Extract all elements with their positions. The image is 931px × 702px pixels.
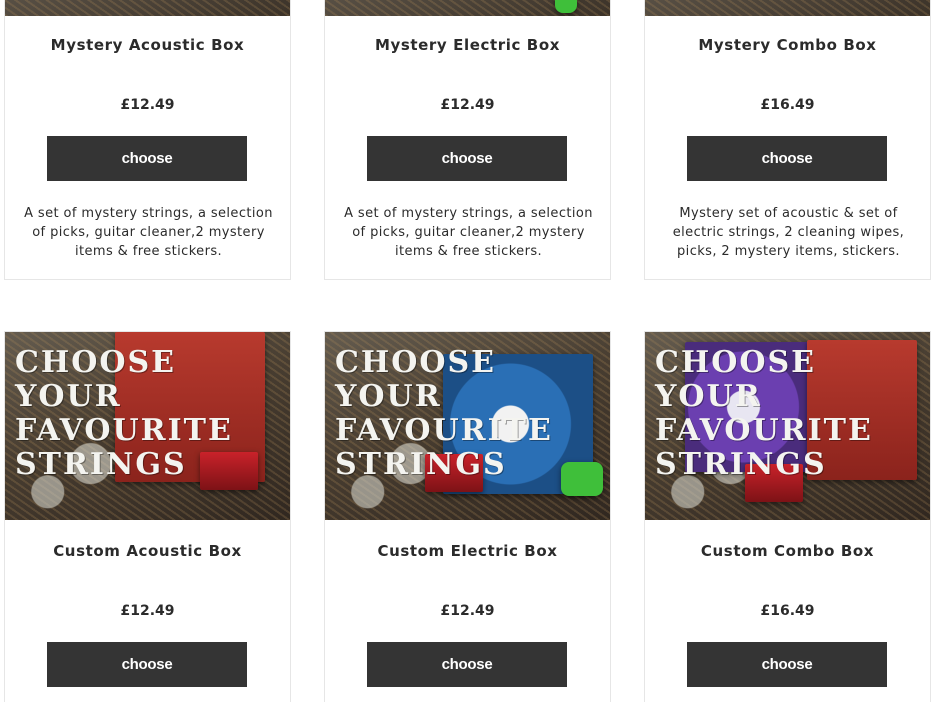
product-card-mystery-electric: Mystery Electric Box £12.49 choose A set… <box>324 0 611 280</box>
product-card-custom-combo: CHOOSE YOUR FAVOURITE STRINGS Custom Com… <box>644 331 931 702</box>
product-price: £12.49 <box>440 603 495 619</box>
choose-button[interactable]: choose <box>687 136 887 181</box>
product-image[interactable] <box>645 0 930 16</box>
product-price: £12.49 <box>120 603 175 619</box>
product-title[interactable]: Mystery Acoustic Box <box>5 36 290 54</box>
choose-button[interactable]: choose <box>367 136 567 181</box>
product-card-custom-acoustic: CHOOSE YOUR FAVOURITE STRINGS Custom Aco… <box>4 331 291 702</box>
choose-button[interactable]: choose <box>47 642 247 687</box>
product-card-mystery-acoustic: Mystery Acoustic Box £12.49 choose A set… <box>4 0 291 280</box>
product-image[interactable] <box>325 0 610 16</box>
image-overlay-text: CHOOSE YOUR FAVOURITE STRINGS <box>655 345 873 482</box>
product-title[interactable]: Custom Combo Box <box>645 542 930 560</box>
choose-button[interactable]: choose <box>367 642 567 687</box>
product-price: £12.49 <box>120 97 175 113</box>
product-card-mystery-combo: Mystery Combo Box £16.49 choose Mystery … <box>644 0 931 280</box>
choose-button[interactable]: choose <box>47 136 247 181</box>
image-overlay-text: CHOOSE YOUR FAVOURITE STRINGS <box>335 345 553 482</box>
product-price: £16.49 <box>760 97 815 113</box>
product-card-custom-electric: CHOOSE YOUR FAVOURITE STRINGS Custom Ele… <box>324 331 611 702</box>
choose-button[interactable]: choose <box>687 642 887 687</box>
image-overlay-text: CHOOSE YOUR FAVOURITE STRINGS <box>15 345 233 482</box>
product-price: £16.49 <box>760 603 815 619</box>
product-title[interactable]: Mystery Combo Box <box>645 36 930 54</box>
product-description: Mystery set of acoustic & set of electri… <box>672 206 905 259</box>
product-image[interactable] <box>5 0 290 16</box>
product-image[interactable]: CHOOSE YOUR FAVOURITE STRINGS <box>325 332 610 520</box>
product-price: £12.49 <box>440 97 495 113</box>
product-description: A set of mystery strings, a selection of… <box>24 206 273 259</box>
product-image[interactable]: CHOOSE YOUR FAVOURITE STRINGS <box>5 332 290 520</box>
product-title[interactable]: Mystery Electric Box <box>325 36 610 54</box>
product-description: A set of mystery strings, a selection of… <box>344 206 593 259</box>
product-title[interactable]: Custom Electric Box <box>325 542 610 560</box>
product-image[interactable]: CHOOSE YOUR FAVOURITE STRINGS <box>645 332 930 520</box>
product-title[interactable]: Custom Acoustic Box <box>5 542 290 560</box>
